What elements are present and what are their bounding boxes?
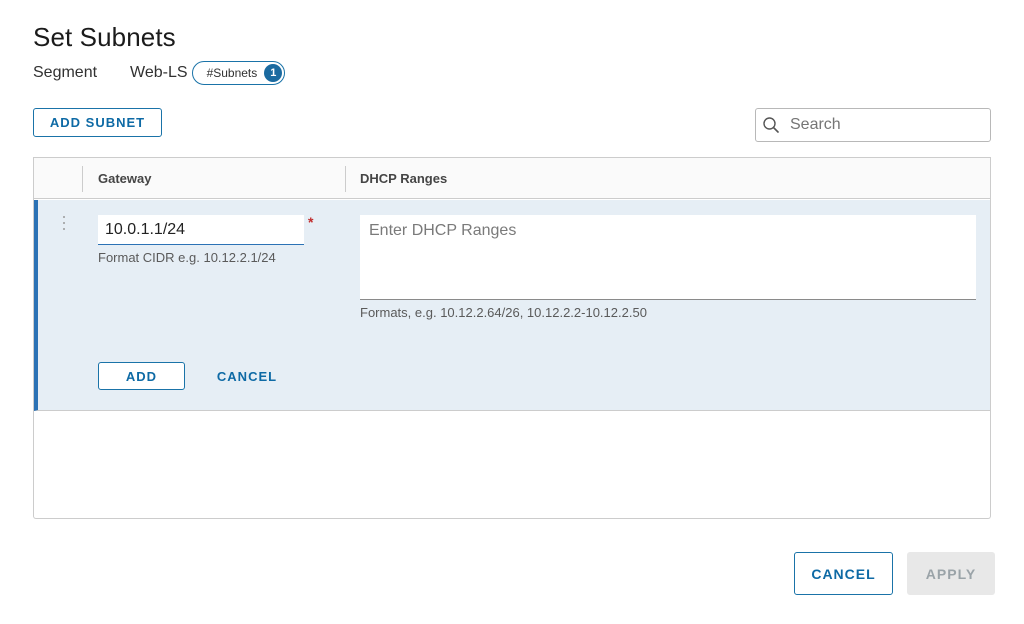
subnet-edit-row: * Format CIDR e.g. 10.12.2.1/24 Formats,… (34, 200, 990, 411)
search-icon (763, 117, 779, 133)
apply-button[interactable]: APPLY (907, 552, 995, 595)
dhcp-format-hint: Formats, e.g. 10.12.2.64/26, 10.12.2.2-1… (360, 305, 647, 320)
add-subnet-button[interactable]: ADD SUBNET (33, 108, 162, 137)
search-box[interactable] (755, 108, 991, 142)
search-input[interactable] (790, 116, 980, 134)
column-separator (345, 166, 346, 192)
segment-info: Segment Web-LS #Subnets 1 (33, 61, 286, 85)
column-header-gateway[interactable]: Gateway (98, 171, 151, 186)
gateway-format-hint: Format CIDR e.g. 10.12.2.1/24 (98, 250, 276, 265)
required-marker: * (308, 214, 314, 230)
gateway-input[interactable] (98, 215, 304, 245)
subnets-grid: Gateway DHCP Ranges * Format CIDR e.g. 1… (33, 157, 991, 519)
dhcp-ranges-input[interactable] (360, 215, 976, 300)
row-cancel-button[interactable]: CANCEL (206, 362, 288, 390)
segment-name: Web-LS (130, 64, 188, 81)
dialog-title: Set Subnets (33, 22, 176, 52)
column-header-dhcp-ranges[interactable]: DHCP Ranges (360, 171, 447, 186)
row-add-button[interactable]: ADD (98, 362, 185, 390)
row-actions-icon[interactable] (62, 216, 66, 230)
subnets-pill-label: #Subnets (206, 66, 258, 80)
segment-label: Segment (33, 64, 98, 81)
subnets-count-pill: #Subnets 1 (191, 61, 286, 85)
grid-header: Gateway DHCP Ranges (34, 157, 990, 199)
subnets-count-badge: 1 (264, 64, 283, 82)
dialog-cancel-button[interactable]: CANCEL (794, 552, 893, 595)
column-separator (82, 166, 83, 192)
